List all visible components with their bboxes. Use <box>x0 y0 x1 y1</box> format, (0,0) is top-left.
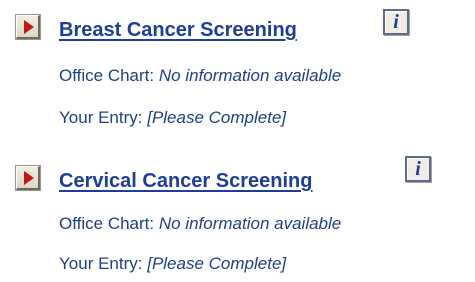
your-entry-line: Your Entry: [Please Complete] <box>59 108 286 128</box>
office-chart-value: No information available <box>158 214 342 233</box>
your-entry-value: [Please Complete] <box>147 254 287 273</box>
section-title-link[interactable]: Breast Cancer Screening <box>59 19 297 42</box>
arrow-right-glyph <box>24 20 34 34</box>
office-chart-label: Office Chart: <box>59 214 155 233</box>
office-chart-label: Office Chart: <box>59 66 155 85</box>
your-entry-line: Your Entry: [Please Complete] <box>59 254 286 274</box>
info-icon[interactable]: i <box>383 9 409 35</box>
your-entry-label: Your Entry: <box>59 108 143 127</box>
office-chart-line: Office Chart: No information available <box>59 214 341 234</box>
office-chart-value: No information available <box>158 66 342 85</box>
expand-arrow-icon[interactable] <box>16 166 40 190</box>
arrow-right-glyph <box>24 171 34 185</box>
expand-arrow-icon[interactable] <box>16 15 40 39</box>
section-title-link[interactable]: Cervical Cancer Screening <box>59 170 312 193</box>
office-chart-line: Office Chart: No information available <box>59 66 341 86</box>
your-entry-value: [Please Complete] <box>147 108 287 127</box>
your-entry-label: Your Entry: <box>59 254 143 273</box>
info-icon[interactable]: i <box>405 156 431 182</box>
